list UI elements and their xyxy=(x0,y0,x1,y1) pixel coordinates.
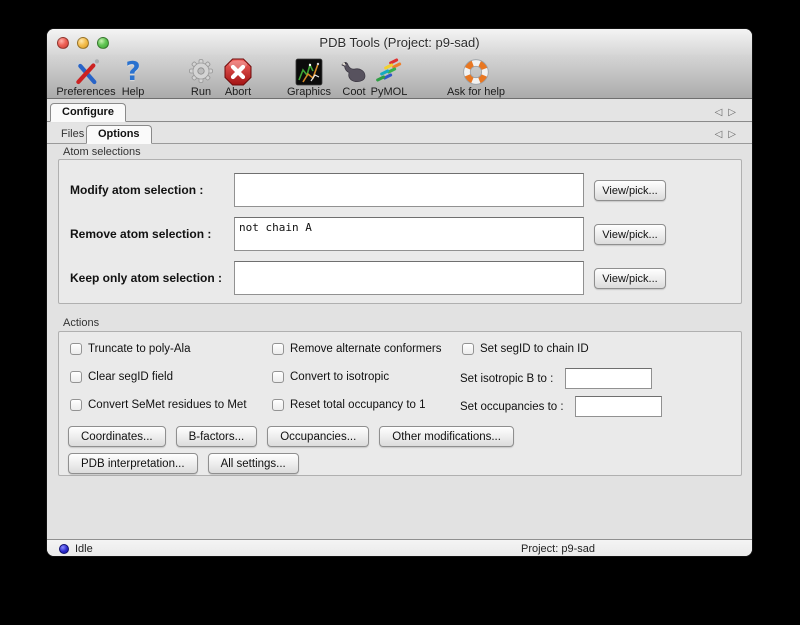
checkbox-label: Remove alternate conformers xyxy=(290,343,441,355)
tab-scroll-left-icon[interactable]: ◁ xyxy=(715,107,729,118)
modify-viewpick-button[interactable]: View/pick... xyxy=(594,180,666,201)
b-factors-button[interactable]: B-factors... xyxy=(176,426,258,447)
lifebuoy-icon xyxy=(461,57,491,87)
actions-group: Truncate to poly-Ala Clear segID field C… xyxy=(58,331,742,476)
abort-icon xyxy=(223,57,253,87)
remove-selection-input[interactable]: not chain A xyxy=(234,217,584,251)
run-gear-icon xyxy=(186,57,216,87)
checkbox-set-segid-chain[interactable]: Set segID to chain ID xyxy=(462,343,589,355)
toolbar-item-abort[interactable]: Abort xyxy=(223,57,253,98)
checkbox-box[interactable] xyxy=(70,371,82,383)
keep-only-viewpick-button[interactable]: View/pick... xyxy=(594,268,666,289)
project-text: Project: p9-sad xyxy=(521,543,595,555)
graphics-icon xyxy=(294,57,324,87)
other-modifications-button[interactable]: Other modifications... xyxy=(379,426,514,447)
group-title-actions: Actions xyxy=(63,317,99,329)
toolbar-item-coot[interactable]: Coot xyxy=(339,57,369,98)
tab-scroll-right-icon[interactable]: ▷ xyxy=(728,107,742,118)
toolbar-label: Abort xyxy=(223,86,253,98)
tab-options[interactable]: Options xyxy=(86,125,152,144)
toolbar-label: Graphics xyxy=(287,86,331,98)
toolbar-item-pymol[interactable]: PyMOL xyxy=(371,57,408,98)
toolbar-item-run[interactable]: Run xyxy=(186,57,216,98)
tab-files[interactable]: Files xyxy=(61,128,84,140)
notebook-inner: Files Options ◁▷ xyxy=(47,123,752,144)
status-indicator-icon xyxy=(59,544,69,554)
checkbox-convert-isotropic[interactable]: Convert to isotropic xyxy=(272,371,389,383)
checkbox-box[interactable] xyxy=(70,399,82,411)
coordinates-button[interactable]: Coordinates... xyxy=(68,426,166,447)
checkbox-box[interactable] xyxy=(272,343,284,355)
set-occupancies-label: Set occupancies to : xyxy=(460,401,564,413)
toolbar-item-graphics[interactable]: Graphics xyxy=(287,57,331,98)
checkbox-label: Reset total occupancy to 1 xyxy=(290,399,426,411)
app-window: PDB Tools (Project: p9-sad) Preferences … xyxy=(46,28,753,557)
notebook-outer: Configure ◁▷ xyxy=(47,99,752,122)
pymol-ribbon-icon xyxy=(374,57,404,87)
toolbar: Preferences ? Help R xyxy=(47,55,752,99)
coot-bird-icon xyxy=(339,57,369,87)
all-settings-button[interactable]: All settings... xyxy=(208,453,299,474)
toolbar-label: Coot xyxy=(339,86,369,98)
statusbar: Idle Project: p9-sad xyxy=(47,539,752,557)
atom-selections-group: Modify atom selection : View/pick... Rem… xyxy=(58,159,742,304)
set-isotropic-b-input[interactable] xyxy=(565,368,652,389)
toolbar-item-preferences[interactable]: Preferences xyxy=(56,57,115,98)
set-occupancies-input[interactable] xyxy=(575,396,662,417)
keep-only-selection-input[interactable] xyxy=(234,261,584,295)
set-isotropic-b-label: Set isotropic B to : xyxy=(460,373,553,385)
preferences-icon xyxy=(71,57,101,87)
tab-scroll-left-icon[interactable]: ◁ xyxy=(715,129,729,140)
toolbar-label: PyMOL xyxy=(371,86,408,98)
checkbox-convert-semet[interactable]: Convert SeMet residues to Met xyxy=(70,399,247,411)
checkbox-label: Convert to isotropic xyxy=(290,371,389,383)
checkbox-label: Convert SeMet residues to Met xyxy=(88,399,247,411)
checkbox-clear-segid[interactable]: Clear segID field xyxy=(70,371,173,383)
checkbox-box[interactable] xyxy=(70,343,82,355)
tab-configure[interactable]: Configure xyxy=(50,103,126,122)
checkbox-label: Truncate to poly-Ala xyxy=(88,343,190,355)
keep-only-selection-label: Keep only atom selection : xyxy=(70,271,222,285)
checkbox-label: Clear segID field xyxy=(88,371,173,383)
status-text: Idle xyxy=(75,543,93,555)
checkbox-label: Set segID to chain ID xyxy=(480,343,589,355)
titlebar: PDB Tools (Project: p9-sad) xyxy=(47,29,752,55)
toolbar-item-ask-for-help[interactable]: Ask for help xyxy=(447,57,505,98)
modify-selection-input[interactable] xyxy=(234,173,584,207)
remove-selection-label: Remove atom selection : xyxy=(70,227,211,241)
modify-selection-label: Modify atom selection : xyxy=(70,183,203,197)
remove-viewpick-button[interactable]: View/pick... xyxy=(594,224,666,245)
toolbar-label: Run xyxy=(186,86,216,98)
pdb-interpretation-button[interactable]: PDB interpretation... xyxy=(68,453,198,474)
toolbar-label: Ask for help xyxy=(447,86,505,98)
tab-scroll-right-icon[interactable]: ▷ xyxy=(728,129,742,140)
help-icon: ? xyxy=(118,57,148,87)
checkbox-box[interactable] xyxy=(272,399,284,411)
toolbar-label: Preferences xyxy=(56,86,115,98)
occupancies-button[interactable]: Occupancies... xyxy=(267,426,369,447)
checkbox-reset-occupancy[interactable]: Reset total occupancy to 1 xyxy=(272,399,426,411)
checkbox-box[interactable] xyxy=(462,343,474,355)
group-title-atom-selections: Atom selections xyxy=(63,146,141,158)
window-title: PDB Tools (Project: p9-sad) xyxy=(47,35,752,50)
checkbox-remove-alt-conformers[interactable]: Remove alternate conformers xyxy=(272,343,441,355)
toolbar-item-help[interactable]: ? Help xyxy=(118,57,148,98)
checkbox-box[interactable] xyxy=(272,371,284,383)
toolbar-label: Help xyxy=(118,86,148,98)
checkbox-truncate-poly-ala[interactable]: Truncate to poly-Ala xyxy=(70,343,190,355)
